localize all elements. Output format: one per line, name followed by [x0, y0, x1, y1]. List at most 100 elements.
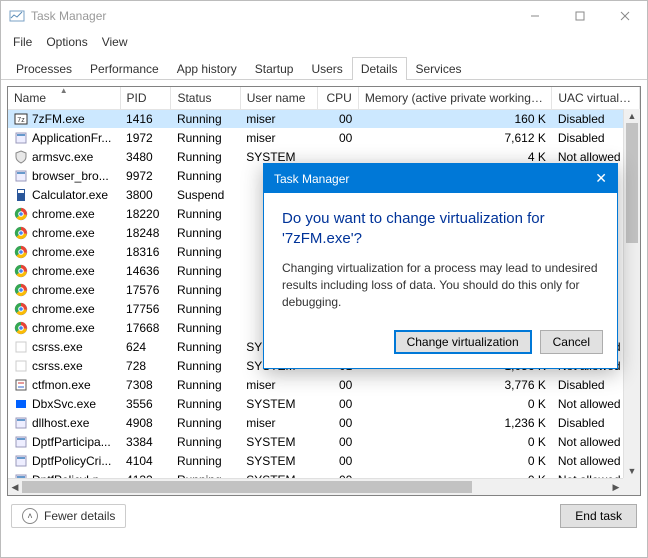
footer-bar: ˄ Fewer details End task [1, 496, 647, 536]
process-status: Running [171, 128, 240, 147]
scroll-up-arrow-icon[interactable]: ▲ [624, 109, 640, 123]
process-name: DptfParticipa... [32, 435, 111, 449]
table-row[interactable]: DbxSvc.exe3556RunningSYSTEM000 KNot allo… [8, 394, 640, 413]
dialog-description: Changing virtualization for a process ma… [282, 260, 599, 310]
process-cpu: 00 [318, 375, 359, 394]
process-status: Running [171, 261, 240, 280]
scroll-thumb[interactable] [22, 481, 472, 493]
process-cpu: 00 [318, 394, 359, 413]
process-user: SYSTEM [240, 432, 317, 451]
table-row[interactable]: 7z7zFM.exe1416Runningmiser00160 KDisable… [8, 109, 640, 128]
window-close-button[interactable] [602, 1, 647, 31]
dialog-titlebar[interactable]: Task Manager ✕ [264, 164, 617, 193]
svg-text:7z: 7z [17, 117, 25, 124]
column-uac[interactable]: UAC virtualizat [552, 87, 640, 109]
process-icon [14, 264, 28, 278]
fewer-details-button[interactable]: ˄ Fewer details [11, 504, 126, 528]
tab-bar: ProcessesPerformanceApp historyStartupUs… [1, 53, 647, 80]
process-name: csrss.exe [32, 340, 83, 354]
process-status: Running [171, 375, 240, 394]
process-user: miser [240, 109, 317, 128]
process-pid: 3384 [120, 432, 171, 451]
tab-performance[interactable]: Performance [81, 57, 168, 80]
column-user[interactable]: User name [240, 87, 317, 109]
process-status: Running [171, 318, 240, 337]
tab-users[interactable]: Users [302, 57, 351, 80]
tab-details[interactable]: Details [352, 57, 407, 80]
process-icon [14, 321, 28, 335]
menu-file[interactable]: File [7, 33, 38, 51]
process-status: Running [171, 432, 240, 451]
process-user: miser [240, 413, 317, 432]
window-minimize-button[interactable] [512, 1, 557, 31]
window-maximize-button[interactable] [557, 1, 602, 31]
process-status: Running [171, 413, 240, 432]
process-pid: 728 [120, 356, 171, 375]
process-name: csrss.exe [32, 359, 83, 373]
process-status: Running [171, 299, 240, 318]
column-memory[interactable]: Memory (active private working set) [358, 87, 552, 109]
task-manager-icon [9, 8, 25, 24]
table-row[interactable]: ApplicationFr...1972Runningmiser007,612 … [8, 128, 640, 147]
process-memory: 160 K [358, 109, 552, 128]
process-user: miser [240, 128, 317, 147]
scroll-down-arrow-icon[interactable]: ▼ [624, 464, 640, 478]
process-icon [14, 302, 28, 316]
process-user: SYSTEM [240, 451, 317, 470]
process-status: Running [171, 166, 240, 185]
process-cpu: 00 [318, 413, 359, 432]
process-pid: 18220 [120, 204, 171, 223]
scroll-right-arrow-icon[interactable]: ▶ [609, 479, 623, 495]
table-row[interactable]: DptfPolicyCri...4104RunningSYSTEM000 KNo… [8, 451, 640, 470]
dialog-close-button[interactable]: ✕ [595, 170, 607, 187]
change-virtualization-button[interactable]: Change virtualization [394, 330, 532, 354]
horizontal-scrollbar[interactable]: ◀ ▶ [8, 478, 623, 495]
process-status: Running [171, 223, 240, 242]
process-status: Running [171, 394, 240, 413]
process-status: Running [171, 242, 240, 261]
chevron-up-icon: ˄ [22, 508, 38, 524]
process-icon [14, 226, 28, 240]
process-status: Running [171, 451, 240, 470]
scroll-left-arrow-icon[interactable]: ◀ [8, 479, 22, 495]
column-cpu[interactable]: CPU [318, 87, 359, 109]
tab-services[interactable]: Services [407, 57, 471, 80]
process-pid: 624 [120, 337, 171, 356]
process-memory: 7,612 K [358, 128, 552, 147]
process-name: ApplicationFr... [32, 131, 111, 145]
vertical-scrollbar[interactable]: ▲ ▼ [623, 109, 640, 478]
process-status: Running [171, 337, 240, 356]
process-name: DbxSvc.exe [32, 397, 96, 411]
tab-app-history[interactable]: App history [168, 57, 246, 80]
process-memory: 0 K [358, 451, 552, 470]
cancel-button[interactable]: Cancel [540, 330, 603, 354]
table-row[interactable]: dllhost.exe4908Runningmiser001,236 KDisa… [8, 413, 640, 432]
process-user: SYSTEM [240, 394, 317, 413]
scroll-thumb[interactable] [626, 123, 638, 243]
confirmation-dialog: Task Manager ✕ Do you want to change vir… [263, 163, 618, 369]
process-memory: 1,236 K [358, 413, 552, 432]
menu-options[interactable]: Options [40, 33, 93, 51]
menu-bar: File Options View [1, 31, 647, 53]
table-row[interactable]: DptfParticipa...3384RunningSYSTEM000 KNo… [8, 432, 640, 451]
process-name: chrome.exe [32, 283, 95, 297]
process-pid: 18248 [120, 223, 171, 242]
process-name: chrome.exe [32, 264, 95, 278]
process-pid: 17756 [120, 299, 171, 318]
process-status: Running [171, 204, 240, 223]
tab-startup[interactable]: Startup [246, 57, 303, 80]
column-name[interactable]: ▲Name [8, 87, 120, 109]
process-icon: 7z [14, 112, 28, 126]
process-pid: 17668 [120, 318, 171, 337]
scrollbar-corner [623, 478, 640, 495]
process-cpu: 00 [318, 432, 359, 451]
column-status[interactable]: Status [171, 87, 240, 109]
process-name: chrome.exe [32, 321, 95, 335]
end-task-button[interactable]: End task [560, 504, 637, 528]
menu-view[interactable]: View [96, 33, 134, 51]
table-row[interactable]: ctfmon.exe7308Runningmiser003,776 KDisab… [8, 375, 640, 394]
process-icon [14, 207, 28, 221]
tab-processes[interactable]: Processes [7, 57, 81, 80]
column-pid[interactable]: PID [120, 87, 171, 109]
process-pid: 3480 [120, 147, 171, 166]
